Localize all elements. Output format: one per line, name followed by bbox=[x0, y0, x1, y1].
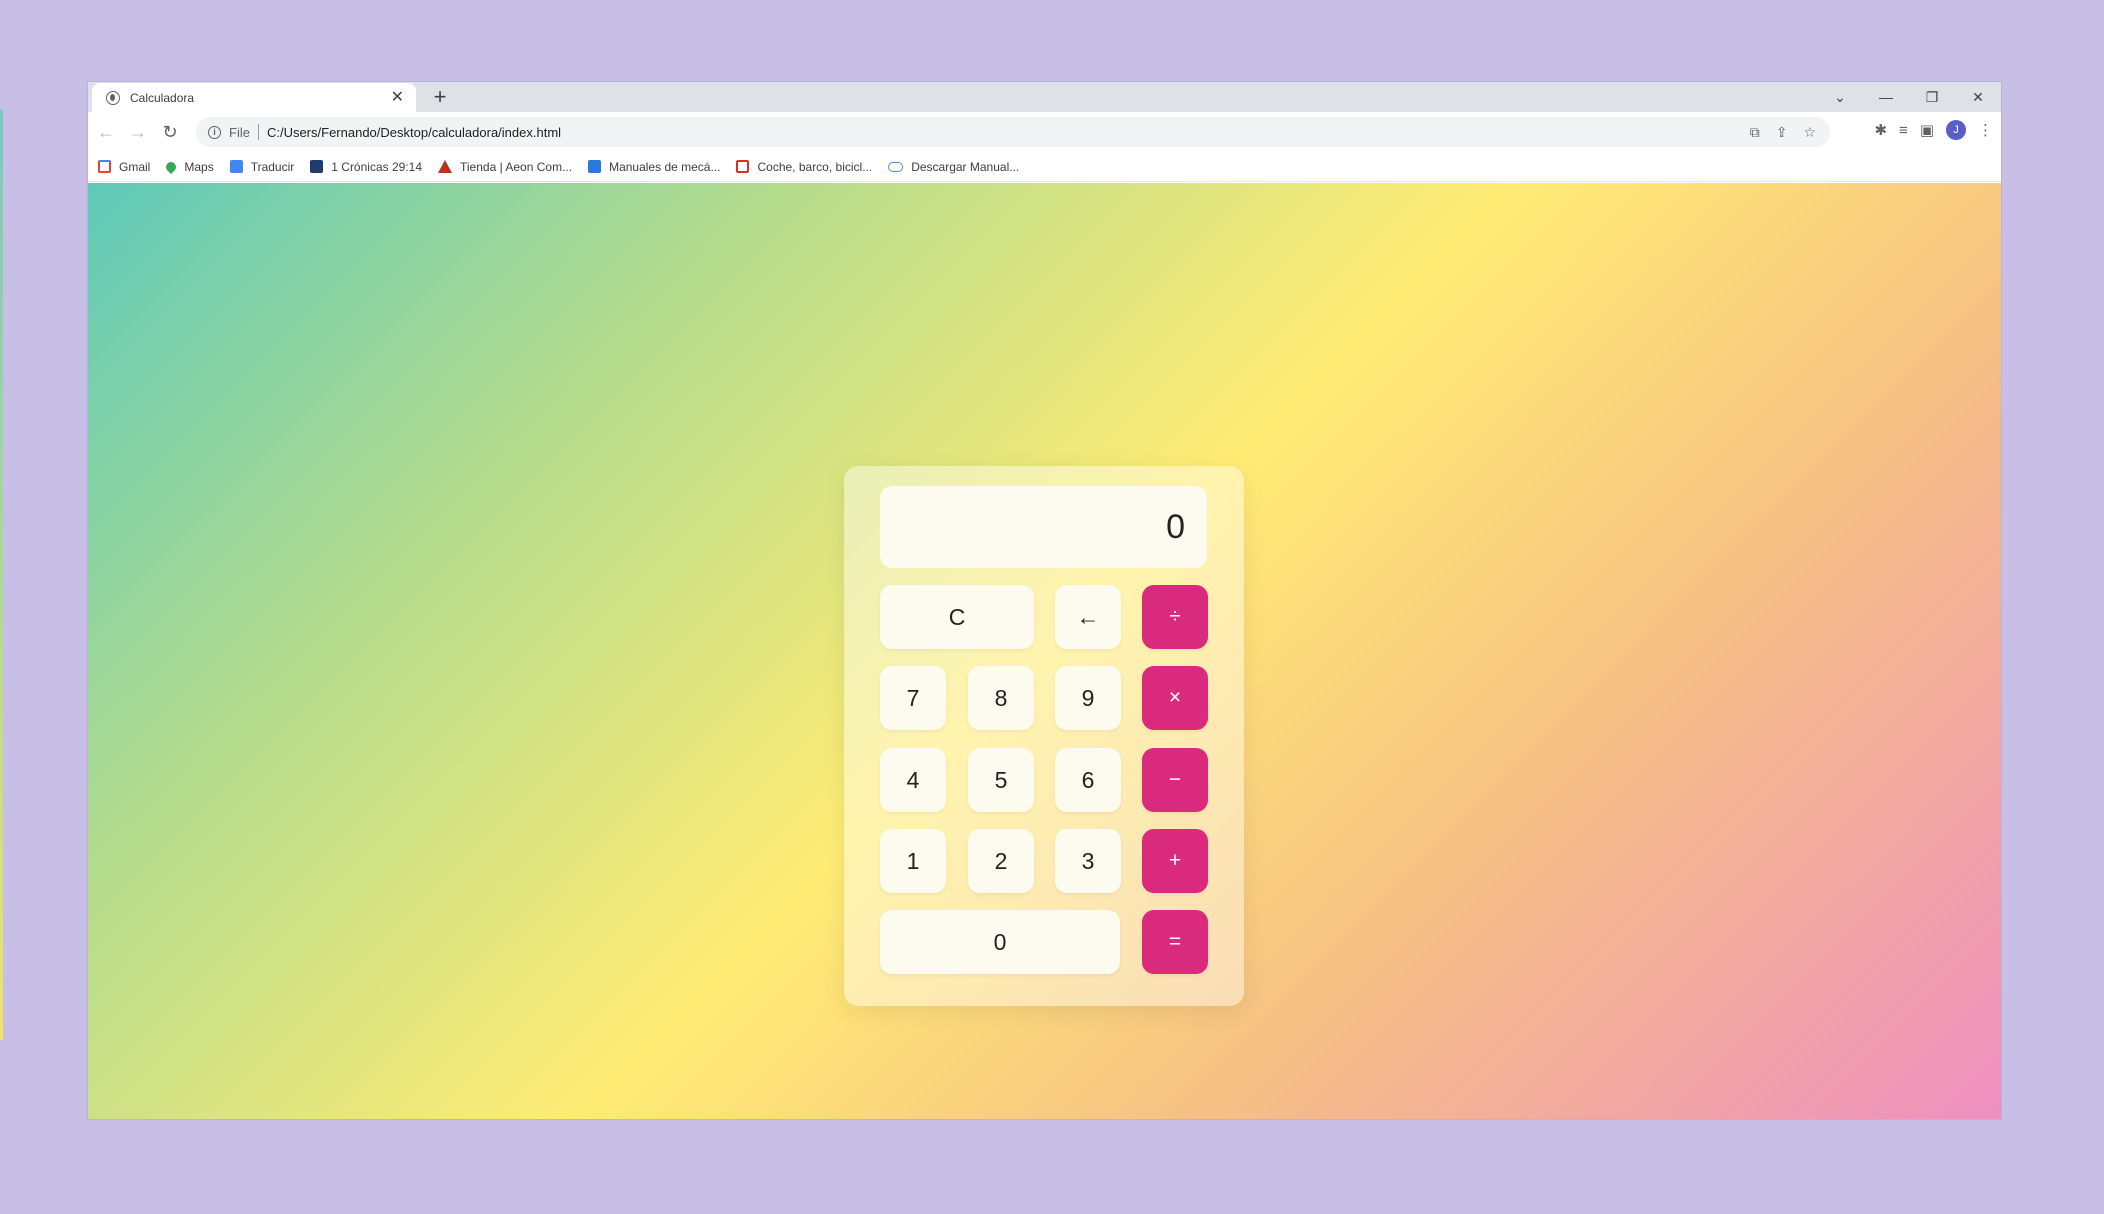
bookmark-label: 1 Crónicas 29:14 bbox=[331, 159, 422, 174]
url-text[interactable]: C:/Users/Fernando/Desktop/calculadora/in… bbox=[267, 125, 1750, 140]
bookmark-tienda-aeon[interactable]: Tienda | Aeon Com... bbox=[438, 160, 572, 174]
bookmark-gmail[interactable]: Gmail bbox=[98, 160, 150, 174]
bookmark-descargar-manual[interactable]: Descargar Manual... bbox=[888, 160, 1019, 174]
maps-icon bbox=[164, 159, 179, 174]
globe-icon bbox=[106, 90, 120, 105]
address-bar[interactable]: i File C:/Users/Fernando/Desktop/calcula… bbox=[196, 117, 1830, 147]
equals-button[interactable]: = bbox=[1142, 910, 1208, 974]
divide-button[interactable]: ÷ bbox=[1142, 585, 1208, 649]
share-icon[interactable]: ⇪ bbox=[1776, 124, 1788, 141]
clear-button[interactable]: C bbox=[880, 585, 1034, 649]
bookmark-label: Maps bbox=[184, 159, 214, 174]
close-tab-icon[interactable]: ✕ bbox=[391, 89, 404, 106]
translate-icon bbox=[229, 160, 243, 173]
cross-icon bbox=[310, 160, 324, 173]
key-8[interactable]: 8 bbox=[968, 666, 1034, 730]
cloud-icon bbox=[888, 161, 904, 172]
bookmark-star-icon[interactable]: ☆ bbox=[1803, 124, 1816, 141]
window-controls: ⌄ — ❐ ✕ bbox=[1817, 82, 2001, 112]
page-viewport: 0 C ← ÷ 7 8 9 × 4 5 6 − 1 2 3 + 0 = bbox=[88, 183, 2001, 1119]
key-7[interactable]: 7 bbox=[880, 666, 946, 730]
key-9[interactable]: 9 bbox=[1055, 666, 1121, 730]
url-divider bbox=[257, 124, 259, 140]
url-scheme: File bbox=[229, 124, 250, 140]
translate-page-icon[interactable]: ⧉ bbox=[1750, 124, 1760, 141]
reading-list-icon[interactable]: ≡ bbox=[1899, 122, 1908, 139]
tab-strip: Calculadora ✕ + ⌄ — ❐ ✕ bbox=[88, 82, 2001, 112]
close-window-button[interactable]: ✕ bbox=[1955, 89, 2001, 106]
bookmark-label: Descargar Manual... bbox=[911, 159, 1020, 174]
bookmark-label: Traducir bbox=[250, 159, 295, 174]
reload-icon[interactable]: ↻ bbox=[158, 120, 182, 144]
info-icon[interactable]: i bbox=[208, 125, 221, 139]
forward-arrow-icon[interactable]: → bbox=[126, 120, 150, 144]
browser-window: Calculadora ✕ + ⌄ — ❐ ✕ ← → ↻ i File C:/… bbox=[88, 82, 2001, 1119]
minimize-button[interactable]: — bbox=[1863, 89, 1909, 105]
bookmark-traducir[interactable]: Traducir bbox=[229, 159, 295, 174]
calculator-display: 0 bbox=[880, 486, 1207, 568]
key-0[interactable]: 0 bbox=[880, 910, 1120, 974]
pdf-icon bbox=[736, 160, 750, 173]
tab-search-icon[interactable]: ⌄ bbox=[1817, 89, 1863, 106]
side-panel-icon[interactable]: ▣ bbox=[1920, 121, 1934, 139]
key-4[interactable]: 4 bbox=[880, 748, 946, 812]
background-window-edge bbox=[0, 110, 3, 1040]
key-5[interactable]: 5 bbox=[968, 748, 1034, 812]
menu-kebab-icon[interactable]: ⋮ bbox=[1978, 121, 1993, 139]
restore-button[interactable]: ❐ bbox=[1909, 89, 1955, 106]
bookmark-label: Tienda | Aeon Com... bbox=[460, 159, 573, 174]
bookmark-cronicas[interactable]: 1 Crónicas 29:14 bbox=[310, 160, 422, 174]
backspace-button[interactable]: ← bbox=[1055, 585, 1121, 649]
omnibox-actions: ⧉ ⇪ ☆ bbox=[1750, 124, 1816, 141]
key-1[interactable]: 1 bbox=[880, 829, 946, 893]
subtract-button[interactable]: − bbox=[1142, 748, 1208, 812]
multiply-button[interactable]: × bbox=[1142, 666, 1208, 730]
key-3[interactable]: 3 bbox=[1055, 829, 1121, 893]
bookmark-coche-barco[interactable]: Coche, barco, bicicl... bbox=[736, 160, 872, 174]
aeon-icon bbox=[438, 160, 452, 173]
new-tab-button[interactable]: + bbox=[428, 85, 452, 109]
extensions-icon[interactable]: ✱ bbox=[1874, 121, 1887, 139]
key-2[interactable]: 2 bbox=[968, 829, 1034, 893]
bookmark-manuales[interactable]: Manuales de mecá... bbox=[588, 160, 720, 174]
profile-avatar[interactable]: J bbox=[1946, 120, 1966, 140]
add-button[interactable]: + bbox=[1142, 829, 1208, 893]
toolbar-actions: ✱ ≡ ▣ J ⋮ bbox=[1874, 120, 1993, 140]
bookmark-label: Coche, barco, bicicl... bbox=[757, 159, 873, 174]
bookmark-maps[interactable]: Maps bbox=[164, 159, 214, 174]
bookmark-label: Gmail bbox=[119, 159, 151, 174]
calculator: 0 C ← ÷ 7 8 9 × 4 5 6 − 1 2 3 + 0 = bbox=[844, 466, 1244, 1006]
browser-toolbar: ← → ↻ i File C:/Users/Fernando/Desktop/c… bbox=[88, 112, 2001, 152]
bookmark-label: Manuales de mecá... bbox=[609, 159, 721, 174]
tab-calculadora[interactable]: Calculadora ✕ bbox=[92, 83, 416, 112]
tab-title: Calculadora bbox=[130, 90, 195, 105]
bookmarks-bar: Gmail Maps Traducir 1 Crónicas 29:14 Tie… bbox=[88, 152, 2001, 182]
back-arrow-icon[interactable]: ← bbox=[94, 120, 118, 144]
key-6[interactable]: 6 bbox=[1055, 748, 1121, 812]
gmail-icon bbox=[98, 160, 111, 173]
manual-icon bbox=[588, 160, 602, 173]
